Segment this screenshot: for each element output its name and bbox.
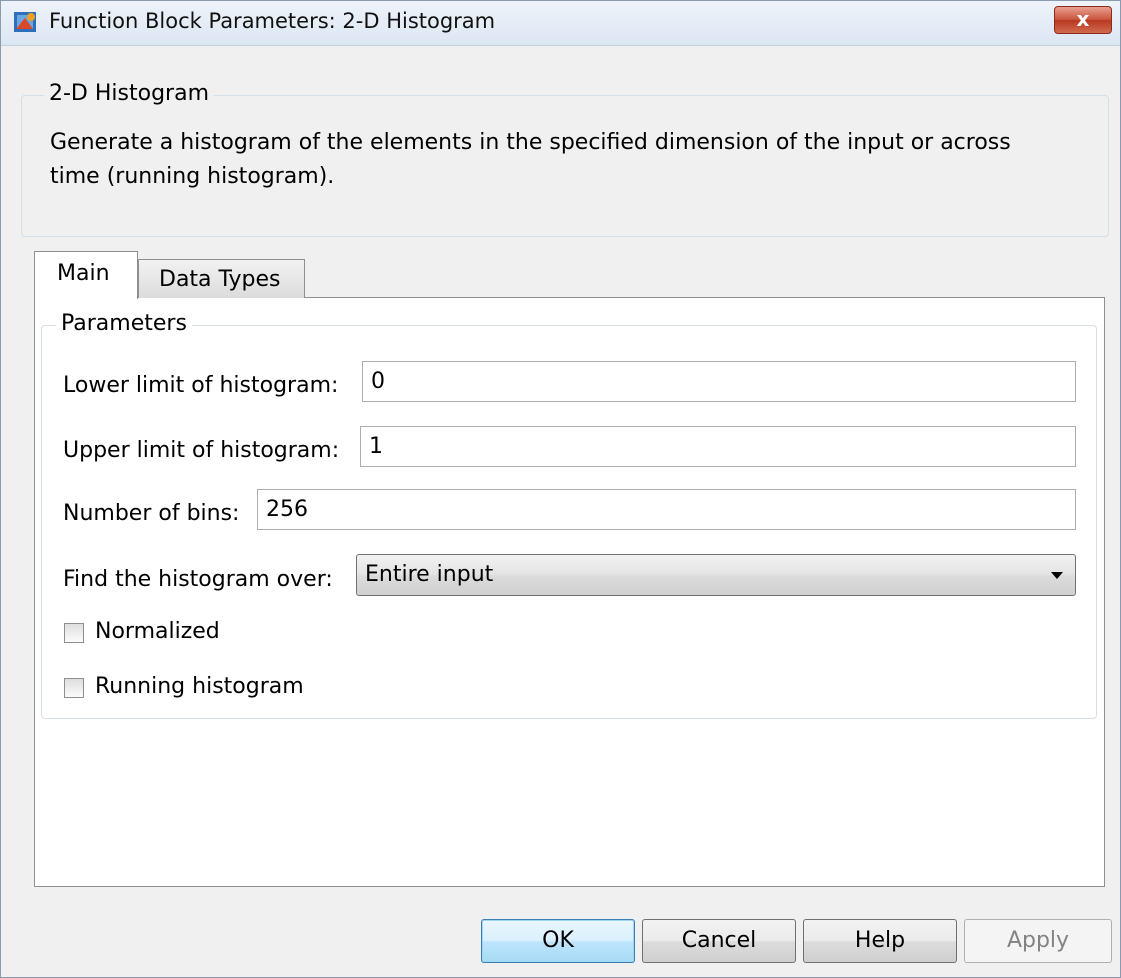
title-bar[interactable]: Function Block Parameters: 2-D Histogram… [1, 1, 1120, 46]
cancel-button[interactable]: Cancel [642, 919, 796, 963]
window-title: Function Block Parameters: 2-D Histogram [49, 9, 496, 33]
tab-main-label: Main [57, 261, 110, 286]
dropdown-arrow-icon [1051, 572, 1063, 579]
upper-limit-input[interactable]: 1 [360, 426, 1076, 467]
help-button[interactable]: Help [803, 919, 957, 963]
ok-button[interactable]: OK [481, 919, 635, 963]
normalized-label[interactable]: Normalized [95, 619, 220, 644]
find-over-value: Entire input [365, 562, 494, 587]
close-button[interactable]: x [1054, 6, 1112, 34]
running-histogram-label[interactable]: Running histogram [95, 674, 304, 699]
dialog-window: Function Block Parameters: 2-D Histogram… [0, 0, 1121, 978]
block-name-label: 2-D Histogram [44, 81, 214, 106]
normalized-checkbox[interactable] [64, 623, 84, 643]
num-bins-input[interactable]: 256 [257, 489, 1076, 530]
apply-button: Apply [964, 919, 1112, 963]
running-histogram-checkbox[interactable] [64, 678, 84, 698]
close-icon: x [1076, 7, 1090, 31]
lower-limit-input[interactable]: 0 [362, 361, 1076, 402]
parameters-group-title: Parameters [56, 311, 192, 336]
num-bins-label: Number of bins: [63, 501, 240, 526]
simulink-app-icon [14, 12, 36, 32]
lower-limit-label: Lower limit of histogram: [63, 373, 339, 398]
block-description: Generate a histogram of the elements in … [50, 130, 1011, 189]
upper-limit-label: Upper limit of histogram: [63, 438, 340, 463]
tab-data-types-label: Data Types [159, 267, 281, 292]
find-over-label: Find the histogram over: [63, 567, 333, 592]
find-over-select[interactable]: Entire input [356, 554, 1076, 596]
